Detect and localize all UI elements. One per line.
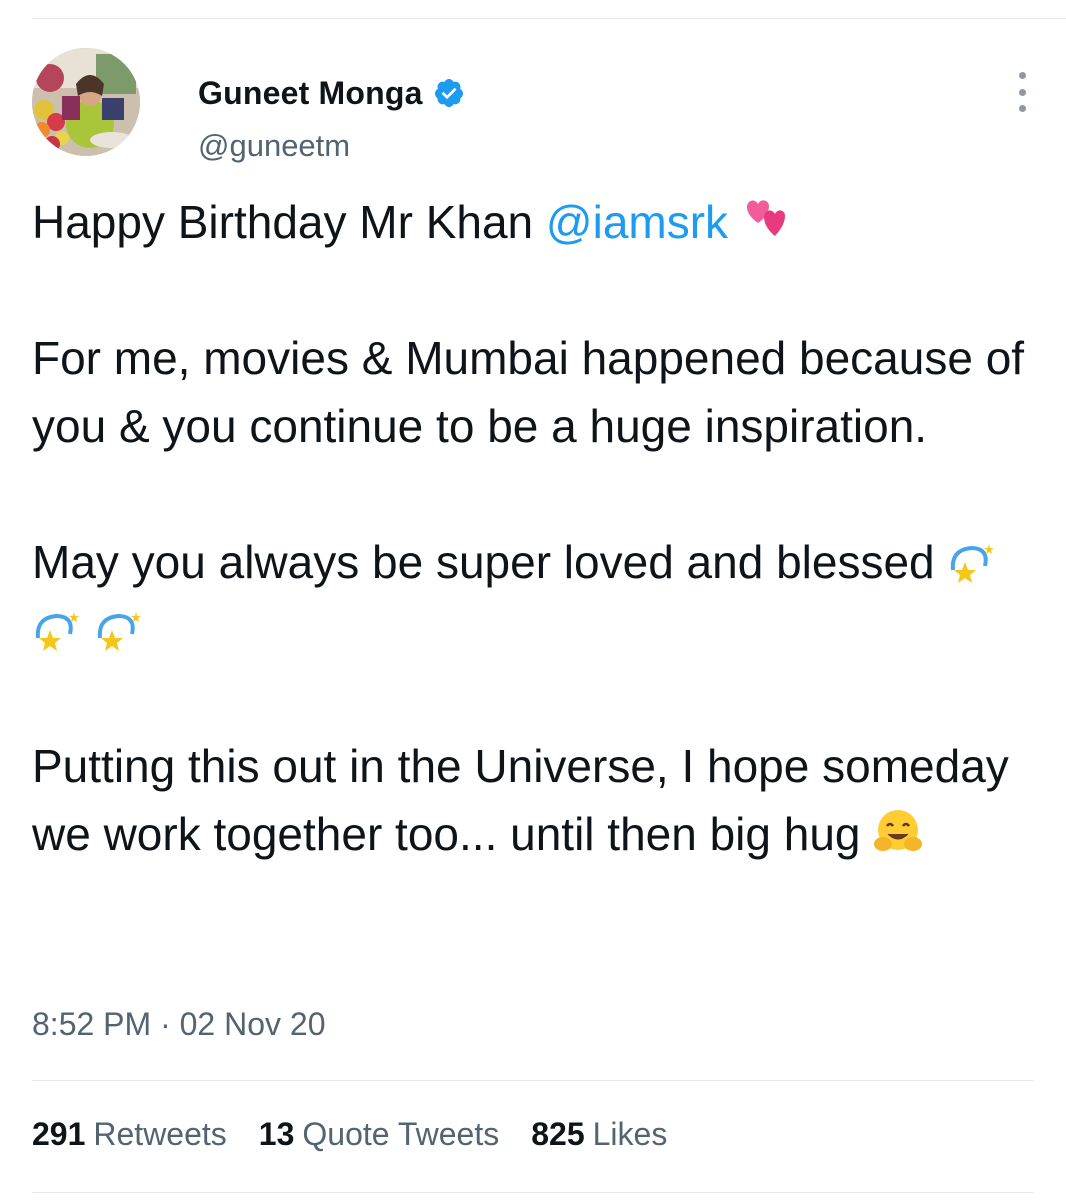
more-options-icon[interactable] bbox=[1008, 72, 1036, 112]
tweet-paragraph-2: For me, movies & Mumbai happened because… bbox=[32, 332, 1025, 452]
quote-tweets-stat[interactable]: 13 Quote Tweets bbox=[259, 1116, 499, 1153]
quote-tweets-count: 13 bbox=[258, 1116, 295, 1152]
stats-divider bbox=[32, 1080, 1034, 1081]
top-divider bbox=[32, 18, 1066, 19]
tweet-paragraph-3: May you always be super loved and blesse… bbox=[32, 528, 1042, 664]
more-dot bbox=[1018, 105, 1026, 112]
tweet-timestamp[interactable]: 8:52 PM · 02 Nov 20 bbox=[32, 1006, 325, 1043]
retweets-stat[interactable]: 291 Retweets bbox=[32, 1116, 227, 1153]
tweet-paragraph-4-text: Putting this out in the Universe, I hope… bbox=[32, 740, 1009, 860]
more-dot bbox=[1018, 88, 1026, 96]
tweet-stats: 291 Retweets 13 Quote Tweets 825 Likes bbox=[32, 1116, 699, 1153]
tweet-paragraph-4: Putting this out in the Universe, I hope… bbox=[32, 732, 1042, 868]
avatar[interactable] bbox=[32, 48, 140, 156]
tweet-paragraph-3-text: May you always be super loved and blesse… bbox=[32, 536, 935, 588]
tweet-text: Happy Birthday Mr Khan @iamsrk For me, m… bbox=[32, 188, 1042, 868]
avatar-image bbox=[32, 48, 140, 156]
verified-badge-icon bbox=[433, 77, 465, 109]
name-row: Guneet Monga bbox=[198, 72, 465, 114]
quote-tweets-label: Quote Tweets bbox=[302, 1116, 500, 1152]
hugging-face-emoji-icon bbox=[873, 806, 923, 856]
mention-link[interactable]: @iamsrk bbox=[546, 196, 728, 248]
retweets-label: Retweets bbox=[93, 1116, 227, 1152]
dizzy-star-emoji-icon bbox=[94, 608, 156, 652]
dizzy-star-emoji-icon bbox=[32, 608, 94, 652]
two-hearts-emoji-icon bbox=[741, 196, 789, 244]
likes-count: 825 bbox=[531, 1116, 585, 1152]
more-dot bbox=[1018, 72, 1026, 79]
handle[interactable]: @guneetm bbox=[198, 128, 350, 164]
dizzy-star-emoji-icon bbox=[947, 540, 1009, 584]
bottom-divider bbox=[32, 1192, 1034, 1193]
tweet-header: Guneet Monga @guneetm bbox=[32, 48, 1036, 163]
likes-stat[interactable]: 825 Likes bbox=[531, 1116, 667, 1153]
tweet-line-1: Happy Birthday Mr Khan @iamsrk bbox=[32, 188, 1042, 256]
display-name[interactable]: Guneet Monga bbox=[198, 75, 423, 112]
retweets-count: 291 bbox=[32, 1116, 86, 1152]
likes-label: Likes bbox=[592, 1116, 668, 1152]
tweet-line-1-text: Happy Birthday Mr Khan bbox=[32, 196, 546, 248]
